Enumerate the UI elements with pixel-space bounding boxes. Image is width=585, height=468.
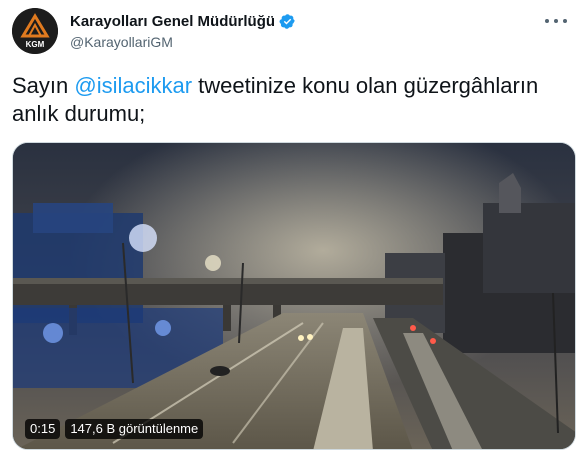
author-names: Karayolları Genel Müdürlüğü @Karayollari… — [70, 11, 296, 50]
mention-link[interactable]: @isilacikkar — [74, 73, 192, 98]
tweet-text-prefix: Sayın — [12, 73, 75, 98]
tweet-header: KGM Karayolları Genel Müdürlüğü @Karayol… — [12, 8, 573, 54]
author-handle[interactable]: @KarayollariGM — [70, 34, 296, 50]
video-thumbnail — [13, 143, 575, 449]
more-options-icon[interactable] — [545, 16, 567, 26]
video-view-count: 147,6 B görüntülenme — [65, 419, 204, 439]
video-badges: 0:15 147,6 B görüntülenme — [25, 419, 204, 439]
tweet-text: Sayın @isilacikkar tweetinize konu olan … — [12, 72, 572, 128]
author-display-name[interactable]: Karayolları Genel Müdürlüğü — [70, 13, 275, 30]
verified-badge-icon — [279, 13, 296, 30]
video-player[interactable]: 0:15 147,6 B görüntülenme — [12, 142, 576, 450]
avatar-text: KGM — [26, 40, 45, 49]
video-duration: 0:15 — [25, 419, 61, 439]
avatar[interactable]: KGM — [12, 8, 58, 54]
